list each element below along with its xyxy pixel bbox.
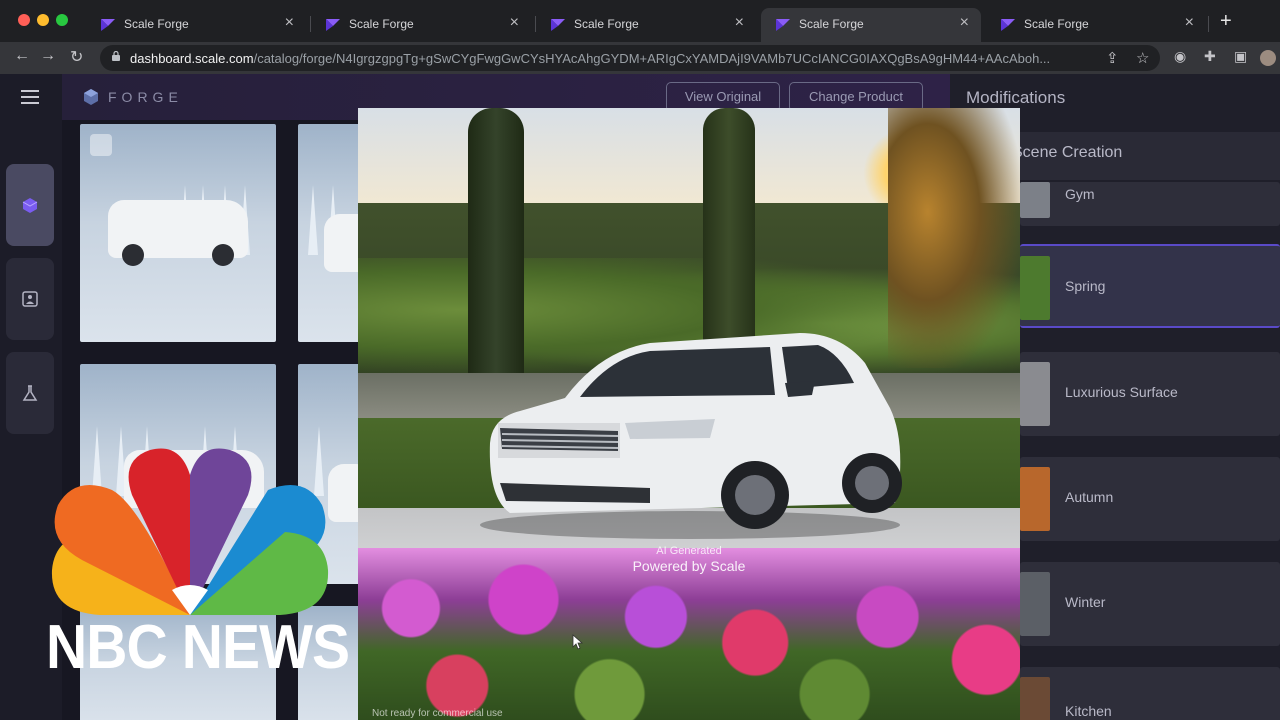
- forward-arrow-icon[interactable]: →: [40, 47, 56, 65]
- extension-circle-icon[interactable]: ◉: [1174, 48, 1186, 65]
- tab-close-icon[interactable]: ×: [510, 14, 519, 32]
- tab-label: Scale Forge: [124, 17, 189, 31]
- scale-favicon-icon: [101, 19, 115, 31]
- scene-option-autumn[interactable]: Autumn: [1020, 457, 1280, 541]
- cube-icon: [22, 198, 38, 213]
- mouse-cursor-icon: [572, 634, 584, 650]
- scene-label: Spring: [1065, 278, 1106, 294]
- maximize-window-button[interactable]: [56, 14, 68, 26]
- scene-option-kitchen[interactable]: Kitchen: [1020, 667, 1280, 720]
- scene-label: Kitchen: [1065, 703, 1112, 719]
- tab-label: Scale Forge: [574, 17, 639, 31]
- scene-option-luxurious-surface[interactable]: Luxurious Surface: [1020, 352, 1280, 436]
- minimize-window-button[interactable]: [37, 14, 49, 26]
- nav-item-lab[interactable]: [6, 352, 54, 434]
- scene-label: Luxurious Surface: [1065, 384, 1178, 400]
- url-path: /catalog/forge/N4IgrgzgpgTg+gSwCYgFwgGwC…: [253, 51, 1051, 66]
- reload-icon[interactable]: ↻: [70, 47, 83, 67]
- star-icon[interactable]: ☆: [1136, 49, 1149, 67]
- tab-label: Scale Forge: [1024, 17, 1089, 31]
- app-logo-text: FORGE: [108, 89, 183, 105]
- nav-item-gallery[interactable]: [6, 258, 54, 340]
- select-checkbox[interactable]: [90, 134, 112, 156]
- browser-tab[interactable]: Scale Forge ×: [986, 8, 1206, 42]
- scene-thumbnail: [1020, 362, 1050, 426]
- scene-creation-title: Scene Creation: [1012, 144, 1123, 161]
- car-image: [108, 200, 248, 266]
- tab-close-icon[interactable]: ×: [285, 14, 294, 32]
- scene-thumbnail: [1020, 256, 1050, 320]
- watermark-powered-by: Powered by Scale: [632, 558, 746, 574]
- new-tab-icon[interactable]: +: [1220, 10, 1232, 33]
- image-icon: [22, 291, 38, 307]
- tab-close-icon[interactable]: ×: [735, 14, 744, 32]
- browser-toolbar: ← → ↻ dashboard.scale.com/catalog/forge/…: [0, 42, 1280, 74]
- ai-watermark: AI Generated Powered by Scale: [358, 545, 1020, 574]
- scene-option-winter[interactable]: Winter: [1020, 562, 1280, 646]
- url-text: dashboard.scale.com/catalog/forge/N4Igrg…: [130, 51, 1050, 66]
- variant-thumbnail[interactable]: [80, 124, 276, 342]
- watermark-ai-generated: AI Generated: [656, 545, 722, 557]
- url-host: dashboard.scale.com: [130, 51, 254, 66]
- snow-tree: [308, 184, 318, 255]
- tab-label: Scale Forge: [799, 17, 864, 31]
- nav-item-catalog[interactable]: [6, 164, 54, 246]
- scale-favicon-icon: [776, 19, 790, 31]
- modifications-title: Modifications: [966, 88, 1066, 107]
- flask-icon: [22, 385, 38, 401]
- lock-icon: [112, 51, 120, 61]
- suv-image: [480, 333, 902, 539]
- scale-favicon-icon: [326, 19, 340, 31]
- scene-option-spring[interactable]: Spring: [1020, 244, 1280, 328]
- browser-tab[interactable]: Scale Forge ×: [86, 8, 306, 42]
- back-arrow-icon[interactable]: ←: [14, 47, 30, 65]
- close-window-button[interactable]: [18, 14, 30, 26]
- menu-icon[interactable]: [21, 90, 39, 104]
- scene-thumbnail: [1020, 572, 1050, 636]
- scene-option-gym[interactable]: Gym: [1020, 182, 1280, 226]
- car-image: [324, 214, 362, 272]
- scale-favicon-icon: [1001, 19, 1015, 31]
- sidebar-icon[interactable]: ▣: [1234, 48, 1247, 65]
- tab-close-icon[interactable]: ×: [1185, 14, 1194, 32]
- browser-tab[interactable]: Scale Forge ×: [536, 8, 756, 42]
- browser-tab[interactable]: Scale Forge ×: [311, 8, 531, 42]
- browser-tab-active[interactable]: Scale Forge ×: [761, 8, 981, 42]
- profile-avatar[interactable]: [1260, 50, 1276, 66]
- address-bar[interactable]: dashboard.scale.com/catalog/forge/N4Igrg…: [100, 45, 1160, 71]
- commercial-disclaimer: Not ready for commercial use: [372, 708, 503, 719]
- nbc-news-wordmark: NBC NEWS: [46, 613, 350, 682]
- puzzle-icon[interactable]: ✚: [1204, 48, 1216, 65]
- variant-thumbnail[interactable]: [298, 124, 362, 342]
- scene-label: Gym: [1065, 186, 1095, 202]
- share-icon[interactable]: ⇪: [1106, 49, 1119, 67]
- tab-divider: [1208, 16, 1209, 32]
- scene-thumbnail: [1020, 677, 1050, 720]
- scene-thumbnail: [1020, 467, 1050, 531]
- scene-label: Winter: [1065, 594, 1106, 610]
- tab-close-icon[interactable]: ×: [960, 14, 969, 32]
- tab-label: Scale Forge: [349, 17, 414, 31]
- forge-logo-icon: [84, 89, 98, 105]
- scene-label: Autumn: [1065, 489, 1114, 505]
- browser-tab-bar: Scale Forge × Scale Forge × Scale Forge …: [0, 0, 1280, 42]
- scene-thumbnail: [1020, 182, 1050, 218]
- scale-favicon-icon: [551, 19, 565, 31]
